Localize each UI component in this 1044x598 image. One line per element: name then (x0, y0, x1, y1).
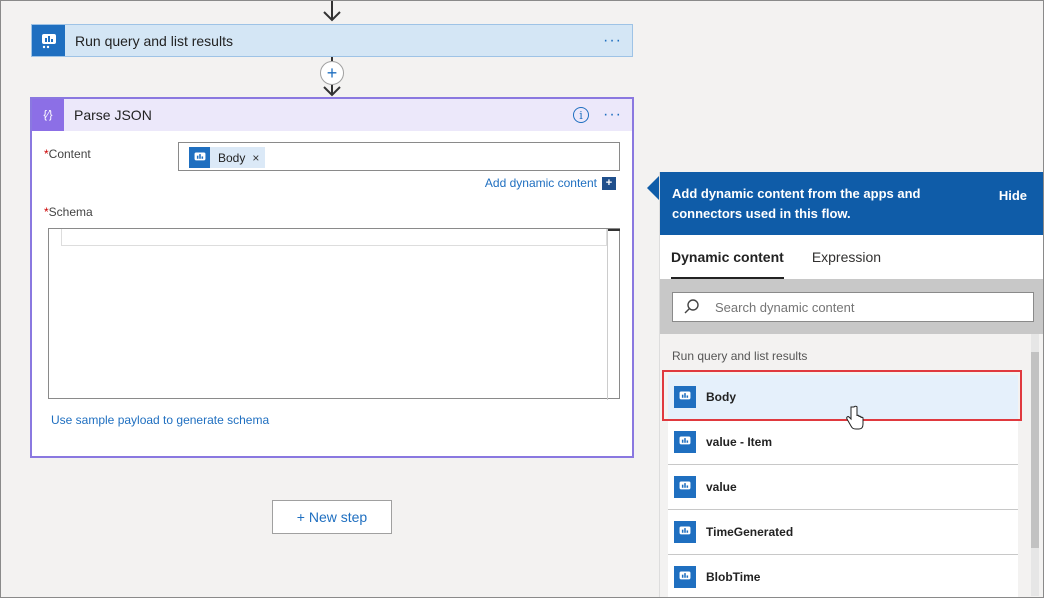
curly-braces-icon: {⁄} (32, 99, 64, 131)
more-options-icon[interactable]: ··· (603, 106, 622, 124)
azure-monitor-logs-icon (674, 476, 696, 498)
item-label: BlobTime (706, 569, 761, 584)
panel-scrollbar[interactable] (1031, 334, 1039, 596)
item-label: value (706, 480, 737, 494)
run-query-step[interactable]: Run query and list results ··· (31, 24, 633, 57)
add-dynamic-plus-icon: + (602, 176, 616, 190)
more-options-icon[interactable]: ··· (603, 32, 622, 50)
schema-label: *Schema (44, 205, 93, 219)
card-title: Parse JSON (74, 107, 152, 123)
azure-monitor-logs-icon (32, 25, 65, 56)
panel-header: Add dynamic content from the apps and co… (660, 172, 1043, 235)
new-step-button[interactable]: + New step (272, 500, 392, 534)
search-bar-area (660, 279, 1043, 334)
search-box[interactable] (672, 292, 1034, 322)
tab-expression[interactable]: Expression (812, 235, 881, 279)
editor-scrollbar[interactable] (607, 229, 620, 400)
parse-json-card: {⁄} Parse JSON i ··· *Content Body × Add… (30, 97, 634, 458)
search-icon (684, 299, 699, 314)
panel-pointer (647, 176, 659, 200)
item-label: value - Item (706, 435, 773, 449)
tab-dynamic-content[interactable]: Dynamic content (671, 235, 784, 279)
azure-monitor-logs-icon (674, 431, 696, 453)
list-item-blobtime[interactable]: BlobTime (668, 555, 1018, 598)
hand-cursor-icon (846, 405, 864, 430)
insert-step-button[interactable]: + (320, 61, 344, 85)
azure-monitor-logs-icon (674, 565, 696, 588)
step-title: Run query and list results (75, 32, 233, 49)
schema-editor[interactable] (48, 228, 620, 400)
parse-json-header[interactable]: {⁄} Parse JSON i ··· (32, 99, 632, 131)
list-item-value-item[interactable]: value - Item (668, 420, 1018, 465)
search-input[interactable] (713, 298, 1013, 316)
highlight-box (662, 370, 1022, 421)
token-label: Body (218, 150, 246, 165)
group-label: Run query and list results (672, 349, 808, 363)
editor-line (61, 229, 607, 246)
azure-monitor-logs-icon (189, 147, 210, 168)
connector-arrow-top (323, 0, 341, 22)
item-label: TimeGenerated (706, 525, 794, 539)
azure-monitor-logs-icon (674, 521, 696, 543)
add-dynamic-content-link[interactable]: Add dynamic content + (485, 176, 616, 190)
list-item-timegenerated[interactable]: TimeGenerated (668, 510, 1018, 555)
list-item-value[interactable]: value (668, 465, 1018, 510)
remove-token-icon[interactable]: × (252, 151, 259, 165)
hide-button[interactable]: Hide (999, 186, 1027, 206)
content-label: *Content (44, 147, 91, 161)
content-field[interactable]: Body × (178, 142, 620, 171)
panel-tabs: Dynamic content Expression (660, 235, 1043, 279)
sample-payload-link[interactable]: Use sample payload to generate schema (51, 413, 269, 427)
panel-header-text: Add dynamic content from the apps and co… (672, 186, 921, 221)
info-icon[interactable]: i (573, 107, 590, 123)
body-token[interactable]: Body × (189, 147, 266, 168)
